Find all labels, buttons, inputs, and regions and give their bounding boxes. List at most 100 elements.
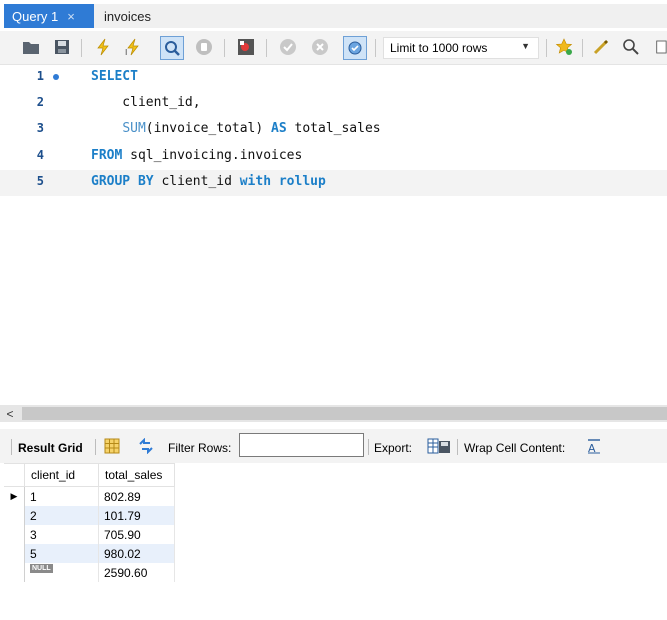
- cell-client-id[interactable]: 1: [24, 486, 99, 506]
- editor-line-current: 5 GROUP BY client_id with rollup: [0, 170, 667, 196]
- horizontal-scrollbar[interactable]: <: [0, 405, 667, 422]
- editor-line: 3 SUM(invoice_total) AS total_sales: [0, 117, 667, 143]
- toolbar-separator: [81, 39, 82, 57]
- code-text: SUM(invoice_total) AS total_sales: [91, 121, 381, 136]
- table-row[interactable]: 3 705.90: [4, 525, 175, 544]
- toolbar-separator: [224, 39, 225, 57]
- line-number: 2: [36, 95, 44, 109]
- limit-rows-label: Limit to 1000 rows: [390, 41, 488, 55]
- cell-client-id[interactable]: NULL: [24, 563, 99, 582]
- column-header-total-sales[interactable]: total_sales: [98, 463, 175, 487]
- code-text: FROM sql_invoicing.invoices: [91, 148, 302, 163]
- sql-keyword: SELECT: [91, 69, 138, 84]
- save-icon[interactable]: [52, 37, 72, 57]
- row-indicator: [4, 563, 25, 582]
- export-label: Export:: [374, 441, 413, 455]
- editor-line: 1 SELECT: [0, 65, 667, 91]
- sql-text: (invoice_total): [145, 121, 272, 136]
- code-text: client_id,: [91, 95, 201, 110]
- export-icon[interactable]: [427, 437, 451, 458]
- line-number: 3: [36, 121, 44, 135]
- commit-icon[interactable]: [278, 37, 298, 57]
- row-indicator: [4, 506, 25, 525]
- result-toolbar: Result Grid Filter Rows: Export: Wrap Ce…: [0, 429, 667, 463]
- editor-line: 2 client_id,: [0, 91, 667, 117]
- sql-keyword: with rollup: [239, 174, 326, 189]
- search-icon[interactable]: [621, 37, 641, 57]
- sql-text: client_id,: [91, 95, 201, 110]
- toolbar-separator: [546, 39, 547, 57]
- cell-total-sales[interactable]: 101.79: [98, 506, 175, 525]
- svg-text:I: I: [125, 48, 127, 56]
- tab-close-icon[interactable]: ×: [67, 9, 75, 24]
- result-grid-tab[interactable]: Result Grid: [18, 441, 83, 455]
- tab-label: Query 1: [12, 8, 59, 24]
- sql-keyword: FROM: [91, 148, 123, 163]
- tab-bar: Query 1 × invoices: [0, 0, 667, 31]
- star-icon[interactable]: [554, 37, 574, 57]
- cell-client-id[interactable]: 2: [24, 506, 99, 525]
- row-header-corner: [4, 463, 25, 487]
- editor-line: 4 FROM sql_invoicing.invoices: [0, 144, 667, 170]
- sql-text: sql_invoicing.invoices: [122, 148, 303, 163]
- cell-client-id[interactable]: 3: [24, 525, 99, 544]
- grid-view-icon[interactable]: [104, 438, 120, 457]
- table-row[interactable]: 5 980.02: [4, 544, 175, 563]
- sql-keyword: AS: [271, 121, 287, 136]
- tab-label: invoices: [104, 8, 151, 24]
- cell-total-sales[interactable]: 2590.60: [98, 563, 175, 582]
- cell-client-id[interactable]: 5: [24, 544, 99, 563]
- rollback-icon[interactable]: [310, 37, 330, 57]
- sql-text: client_id: [153, 174, 240, 189]
- row-indicator: [4, 525, 25, 544]
- tab-query-1[interactable]: Query 1 ×: [4, 4, 94, 28]
- toolbar-separator: [375, 39, 376, 57]
- cell-total-sales[interactable]: 705.90: [98, 525, 175, 544]
- row-indicator: [4, 544, 25, 563]
- filter-rows-input[interactable]: [239, 433, 364, 457]
- cell-total-sales[interactable]: 802.89: [98, 486, 175, 506]
- toolbar-separator: [368, 439, 369, 455]
- scroll-thumb[interactable]: [22, 407, 667, 420]
- toggle-error-icon[interactable]: [236, 37, 256, 57]
- limit-rows-select[interactable]: Limit to 1000 rows ▼: [383, 37, 539, 59]
- toolbar-separator: [266, 39, 267, 57]
- autocommit-icon[interactable]: [343, 36, 367, 60]
- table-row[interactable]: ▶ 1 802.89: [4, 486, 175, 506]
- result-grid[interactable]: client_id total_sales ▶ 1 802.89 2 101.7…: [4, 463, 175, 582]
- execute-current-icon[interactable]: I: [123, 37, 143, 57]
- explain-icon[interactable]: [160, 36, 184, 60]
- folder-open-icon[interactable]: [21, 37, 41, 57]
- code-text: SELECT: [91, 69, 138, 84]
- toolbar-separator: [457, 439, 458, 455]
- table-row[interactable]: 2 101.79: [4, 506, 175, 525]
- null-badge: NULL: [30, 563, 53, 573]
- scroll-left-icon[interactable]: <: [3, 405, 17, 422]
- svg-text:A: A: [588, 442, 596, 454]
- table-row[interactable]: NULL 2590.60: [4, 563, 175, 582]
- execute-icon[interactable]: [93, 37, 113, 57]
- wrap-text-icon[interactable]: [655, 37, 667, 57]
- code-text: GROUP BY client_id with rollup: [91, 174, 326, 189]
- wrap-cell-content-label: Wrap Cell Content:: [464, 441, 566, 455]
- query-toolbar: I Limit to 1000 rows ▼: [0, 31, 667, 65]
- column-header-client-id[interactable]: client_id: [24, 463, 99, 487]
- row-indicator-icon: ▶: [4, 486, 25, 506]
- beautify-icon[interactable]: [591, 37, 611, 57]
- stop-icon[interactable]: [194, 37, 214, 57]
- line-number: 1: [36, 69, 44, 83]
- sql-function: SUM: [122, 121, 146, 136]
- sql-text: total_sales: [286, 121, 381, 136]
- wrap-cell-icon[interactable]: A: [587, 438, 601, 457]
- filter-rows-label: Filter Rows:: [168, 441, 232, 455]
- line-number: 4: [36, 148, 44, 162]
- toolbar-separator: [95, 439, 96, 455]
- refresh-icon[interactable]: [138, 437, 154, 457]
- cell-total-sales[interactable]: 980.02: [98, 544, 175, 563]
- toolbar-separator: [11, 439, 12, 455]
- sql-keyword: GROUP BY: [91, 174, 154, 189]
- toolbar-separator: [582, 39, 583, 57]
- sql-editor[interactable]: 1 SELECT 2 client_id, 3 SUM(invoice_tota…: [0, 65, 667, 405]
- tab-invoices[interactable]: invoices: [94, 4, 667, 28]
